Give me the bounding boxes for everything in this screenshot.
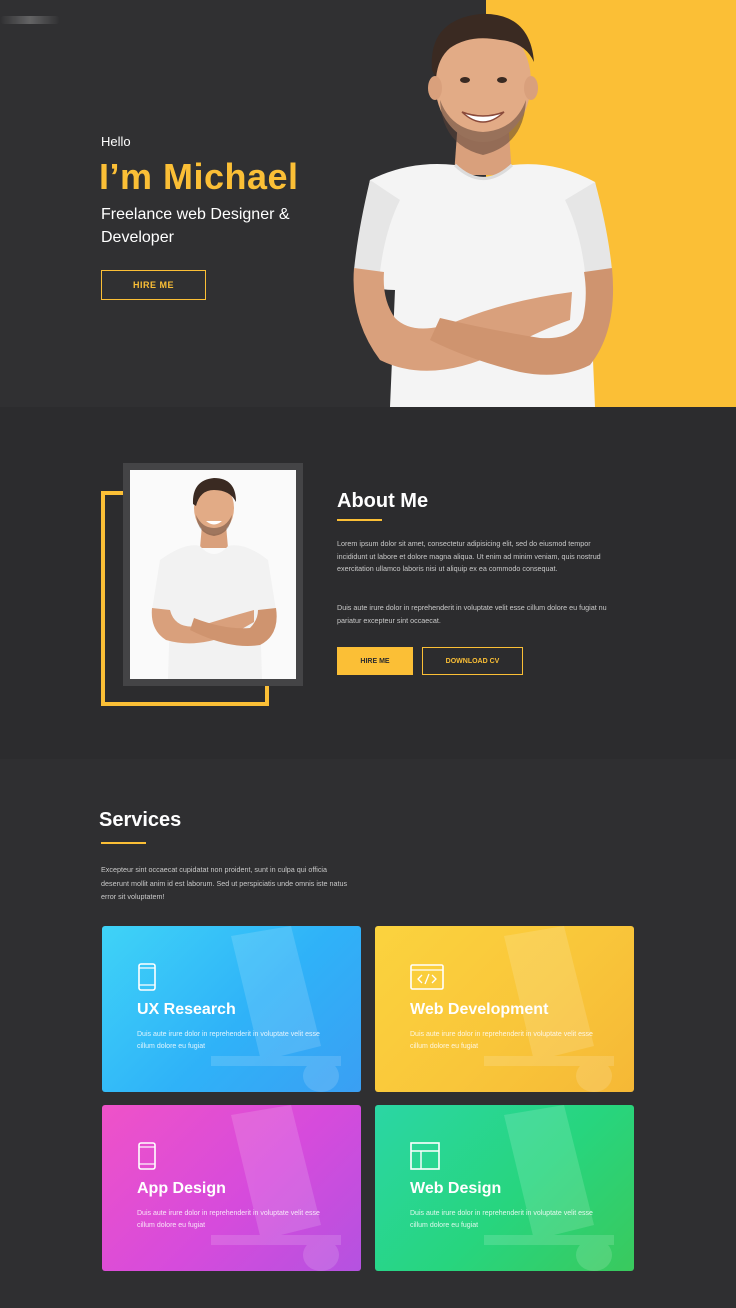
service-card-title: App Design bbox=[137, 1180, 226, 1197]
about-title-underline bbox=[337, 519, 382, 521]
mobile-icon bbox=[138, 1142, 156, 1170]
about-paragraph-1: Lorem ipsum dolor sit amet, consectetur … bbox=[337, 539, 601, 574]
about-title: About Me bbox=[337, 490, 429, 512]
download-cv-button[interactable]: DOWNLOAD CV bbox=[422, 647, 523, 675]
laptop-background-image bbox=[211, 1105, 341, 1271]
about-hire-button[interactable]: HIRE ME bbox=[337, 647, 413, 675]
service-card-title: Web Design bbox=[410, 1180, 502, 1197]
services-description: Excepteur sint occaecat cupidatat non pr… bbox=[101, 865, 348, 901]
layout-icon bbox=[410, 1142, 440, 1170]
service-card-title: UX Research bbox=[137, 1001, 236, 1018]
laptop-background-image bbox=[484, 1105, 614, 1271]
hero-role: Freelance web Designer & Developer bbox=[101, 206, 290, 246]
services-section: Services Excepteur sint occaecat cupidat… bbox=[0, 759, 736, 1308]
decorative-blur bbox=[0, 16, 60, 24]
service-card-text: Duis aute irure dolor in reprehenderit i… bbox=[410, 1031, 593, 1050]
hero-name: I’m Michael bbox=[99, 156, 299, 197]
about-paragraph-2: Duis aute irure dolor in reprehenderit i… bbox=[337, 603, 607, 625]
services-title: Services bbox=[99, 809, 182, 831]
service-card-text: Duis aute irure dolor in reprehenderit i… bbox=[410, 1210, 593, 1229]
service-card-text: Duis aute irure dolor in reprehenderit i… bbox=[137, 1210, 320, 1229]
hero-portrait-image bbox=[353, 13, 614, 407]
hero-section: Hello I’m Michael Freelance web Designer… bbox=[0, 0, 736, 407]
mobile-icon bbox=[138, 963, 156, 991]
hero-hire-button[interactable]: HIRE ME bbox=[101, 270, 206, 300]
service-card-text: Duis aute irure dolor in reprehenderit i… bbox=[137, 1031, 320, 1050]
services-title-underline bbox=[101, 842, 146, 844]
service-card-ux-research[interactable]: UX Research Duis aute irure dolor in rep… bbox=[102, 926, 361, 1092]
hero-greeting: Hello bbox=[101, 134, 131, 149]
about-portrait-image bbox=[130, 470, 296, 679]
service-card-web-development[interactable]: Web Development Duis aute irure dolor in… bbox=[375, 926, 634, 1092]
service-card-title: Web Development bbox=[410, 1001, 549, 1018]
service-card-web-design[interactable]: Web Design Duis aute irure dolor in repr… bbox=[375, 1105, 634, 1271]
code-window-icon bbox=[410, 964, 444, 990]
service-card-app-design[interactable]: App Design Duis aute irure dolor in repr… bbox=[102, 1105, 361, 1271]
about-photo-card bbox=[123, 463, 303, 686]
about-section: About Me Lorem ipsum dolor sit amet, con… bbox=[0, 407, 736, 759]
